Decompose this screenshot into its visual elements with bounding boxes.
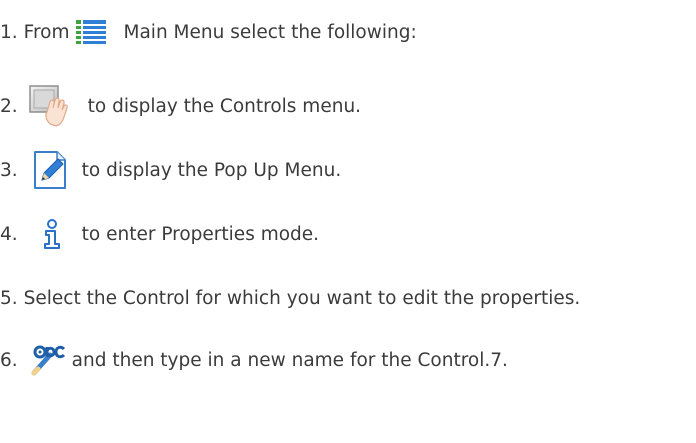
step-number: 3. bbox=[0, 159, 18, 181]
main-menu-icon bbox=[75, 19, 106, 45]
step-2: 2. to display the Controls menu. bbox=[0, 84, 362, 128]
step-number: 4. bbox=[0, 223, 18, 245]
rename-abc-icon bbox=[30, 343, 68, 377]
step-number: 5. bbox=[0, 287, 18, 309]
info-icon bbox=[40, 219, 64, 249]
controls-hand-icon bbox=[28, 84, 80, 128]
step-text: Main Menu select the following: bbox=[123, 21, 417, 43]
step-number: 2. bbox=[0, 95, 18, 117]
step-3: 3. to display the Pop Up Menu. bbox=[0, 150, 341, 190]
step-5: 5. Select the Control for which you want… bbox=[0, 278, 580, 318]
step-text: to display the Controls menu. bbox=[87, 95, 362, 117]
step-text-before: From bbox=[23, 21, 70, 43]
step-6: 6. and then type in a new name for the C… bbox=[0, 340, 508, 380]
step-text: to enter Properties mode. bbox=[81, 223, 320, 245]
step-text: Select the Control for which you want to… bbox=[23, 287, 581, 309]
step-4: 4. to enter Properties mode. bbox=[0, 214, 319, 254]
step-number: 1. bbox=[0, 21, 18, 43]
step-1: 1. From Main Menu select the following: bbox=[0, 12, 417, 52]
step-text: to display the Pop Up Menu. bbox=[81, 159, 342, 181]
step-text: and then type in a new name for the Cont… bbox=[71, 349, 508, 371]
edit-pencil-icon bbox=[32, 149, 72, 191]
step-number: 6. bbox=[0, 349, 18, 371]
